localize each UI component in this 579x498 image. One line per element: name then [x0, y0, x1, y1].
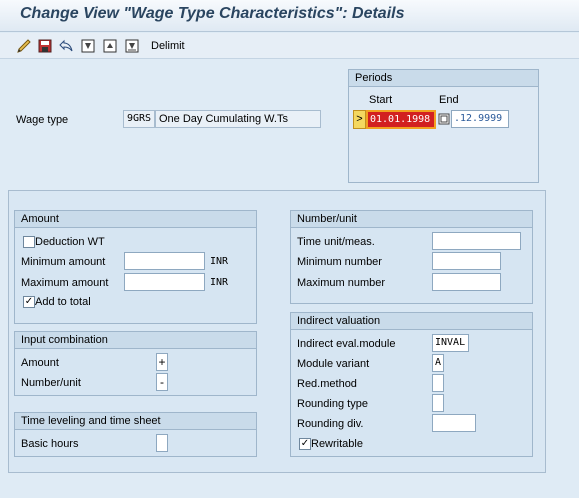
end-date-field[interactable]: .12.9999 — [451, 110, 509, 128]
minimum-amount-label: Minimum amount — [21, 256, 106, 268]
rewritable-checkbox[interactable]: ✓ — [299, 438, 311, 450]
maximum-amount-currency: INR — [210, 277, 229, 288]
rounding-type-label: Rounding type — [297, 398, 368, 410]
delimit-button[interactable]: Delimit — [151, 40, 185, 52]
add-to-total-checkbox[interactable]: ✓ — [23, 296, 35, 308]
time-leveling-title: Time leveling and time sheet — [15, 413, 256, 430]
time-unit-field[interactable] — [432, 232, 521, 250]
indirect-valuation-group: Indirect valuation Indirect eval.module … — [290, 312, 533, 457]
amount-group: Amount Deduction WT Minimum amount INR M… — [14, 210, 257, 324]
indirect-valuation-title: Indirect valuation — [291, 313, 532, 330]
periods-title: Periods — [349, 70, 538, 87]
input-combination-title: Input combination — [15, 332, 256, 349]
minimum-amount-currency: INR — [210, 256, 229, 267]
add-to-total-label: Add to total — [35, 296, 91, 308]
title-bar: Change View "Wage Type Characteristics":… — [0, 0, 579, 32]
number-unit-combination-label: Number/unit — [21, 377, 81, 389]
minimum-number-label: Minimum number — [297, 256, 382, 268]
maximum-amount-field[interactable] — [124, 273, 205, 291]
basic-hours-field[interactable] — [156, 434, 168, 452]
start-label: Start — [369, 94, 393, 106]
rounding-div-label: Rounding div. — [297, 418, 364, 430]
wage-type-code: 9GRS — [123, 110, 155, 128]
application-toolbar: Delimit — [0, 33, 579, 59]
amount-combination-field[interactable]: + — [156, 353, 168, 371]
time-unit-label: Time unit/meas. — [297, 236, 375, 248]
previous-entry-icon[interactable] — [102, 38, 118, 54]
periods-group: Periods Start End > 01.01.1998 .12.9999 — [348, 69, 539, 183]
rounding-div-field[interactable] — [432, 414, 476, 432]
module-variant-field[interactable]: A — [432, 354, 444, 372]
rounding-type-field[interactable] — [432, 394, 444, 412]
undo-icon[interactable] — [58, 38, 74, 54]
wage-type-label: Wage type — [16, 114, 69, 126]
input-combination-group: Input combination Amount + Number/unit - — [14, 331, 257, 396]
calendar-icon[interactable] — [438, 113, 450, 125]
first-entry-icon[interactable] — [80, 38, 96, 54]
deduction-wt-checkbox[interactable] — [23, 236, 35, 248]
basic-hours-label: Basic hours — [21, 438, 79, 450]
deduction-wt-label: Deduction WT — [35, 236, 105, 248]
number-unit-group: Number/unit Time unit/meas. Minimum numb… — [290, 210, 533, 304]
maximum-number-label: Maximum number — [297, 277, 386, 289]
indirect-module-label: Indirect eval.module — [297, 338, 396, 350]
minimum-amount-field[interactable] — [124, 252, 205, 270]
save-icon[interactable] — [37, 38, 53, 54]
number-unit-combination-field[interactable]: - — [156, 373, 168, 391]
end-label: End — [439, 94, 459, 106]
next-entry-icon[interactable] — [124, 38, 140, 54]
maximum-amount-label: Maximum amount — [21, 277, 109, 289]
maximum-number-field[interactable] — [432, 273, 501, 291]
page-title: Change View "Wage Type Characteristics":… — [20, 5, 405, 22]
module-variant-label: Module variant — [297, 358, 370, 370]
indirect-module-field[interactable]: INVAL — [432, 334, 469, 352]
start-date-field[interactable]: 01.01.1998 — [366, 110, 436, 129]
rewritable-label: Rewritable — [311, 438, 363, 450]
amount-title: Amount — [15, 211, 256, 228]
red-method-field[interactable] — [432, 374, 444, 392]
amount-combination-label: Amount — [21, 357, 59, 369]
field-marker: > — [353, 110, 366, 129]
number-unit-title: Number/unit — [291, 211, 532, 228]
time-leveling-group: Time leveling and time sheet Basic hours — [14, 412, 257, 457]
change-display-icon[interactable] — [16, 38, 32, 54]
minimum-number-field[interactable] — [432, 252, 501, 270]
wage-type-description: One Day Cumulating W.Ts — [155, 110, 321, 128]
red-method-label: Red.method — [297, 378, 357, 390]
